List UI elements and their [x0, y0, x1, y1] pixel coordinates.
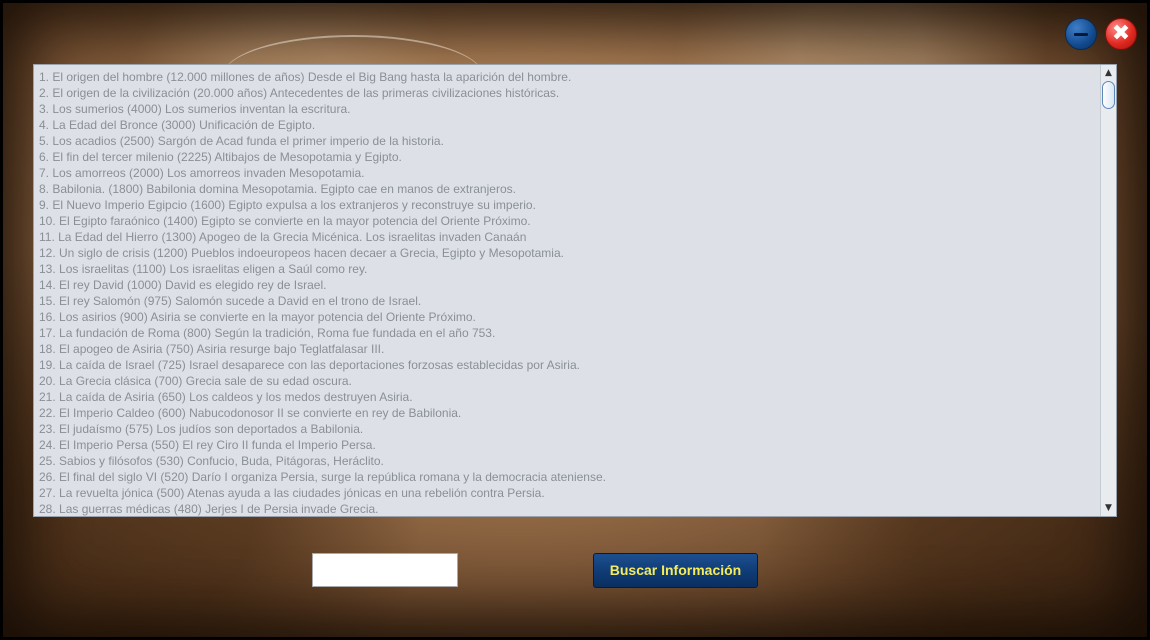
- list-item[interactable]: 24. El Imperio Persa (550) El rey Ciro I…: [39, 437, 1100, 453]
- list-item[interactable]: 17. La fundación de Roma (800) Según la …: [39, 325, 1100, 341]
- list-item[interactable]: 9. El Nuevo Imperio Egipcio (1600) Egipt…: [39, 197, 1100, 213]
- minimize-button[interactable]: [1065, 18, 1097, 50]
- list-item[interactable]: 10. El Egipto faraónico (1400) Egipto se…: [39, 213, 1100, 229]
- list-content: 1. El origen del hombre (12.000 millones…: [34, 69, 1100, 516]
- search-button[interactable]: Buscar Información: [593, 553, 758, 588]
- scrollbar-thumb[interactable]: [1102, 81, 1115, 109]
- list-item[interactable]: 3. Los sumerios (4000) Los sumerios inve…: [39, 101, 1100, 117]
- list-item[interactable]: 18. El apogeo de Asiria (750) Asiria res…: [39, 341, 1100, 357]
- list-item[interactable]: 20. La Grecia clásica (700) Grecia sale …: [39, 373, 1100, 389]
- list-item[interactable]: 11. La Edad del Hierro (1300) Apogeo de …: [39, 229, 1100, 245]
- list-item[interactable]: 7. Los amorreos (2000) Los amorreos inva…: [39, 165, 1100, 181]
- list-item[interactable]: 14. El rey David (1000) David es elegido…: [39, 277, 1100, 293]
- list-item[interactable]: 28. Las guerras médicas (480) Jerjes I d…: [39, 501, 1100, 516]
- minimize-icon: [1074, 33, 1088, 36]
- list-item[interactable]: 2. El origen de la civilización (20.000 …: [39, 85, 1100, 101]
- list-item[interactable]: 5. Los acadios (2500) Sargón de Acad fun…: [39, 133, 1100, 149]
- list-item[interactable]: 4. La Edad del Bronce (3000) Unificación…: [39, 117, 1100, 133]
- close-button[interactable]: ✖: [1105, 18, 1137, 50]
- list-item[interactable]: 1. El origen del hombre (12.000 millones…: [39, 69, 1100, 85]
- close-icon: ✖: [1111, 21, 1131, 46]
- list-item[interactable]: 12. Un siglo de crisis (1200) Pueblos in…: [39, 245, 1100, 261]
- list-item[interactable]: 6. El fin del tercer milenio (2225) Alti…: [39, 149, 1100, 165]
- list-item[interactable]: 26. El final del siglo VI (520) Darío I …: [39, 469, 1100, 485]
- scroll-up-arrow-icon[interactable]: ▲: [1101, 66, 1116, 80]
- list-item[interactable]: 8. Babilonia. (1800) Babilonia domina Me…: [39, 181, 1100, 197]
- list-item[interactable]: 23. El judaísmo (575) Los judíos son dep…: [39, 421, 1100, 437]
- scroll-down-arrow-icon[interactable]: ▼: [1101, 501, 1116, 515]
- search-input[interactable]: [312, 553, 458, 587]
- list-item[interactable]: 13. Los israelitas (1100) Los israelitas…: [39, 261, 1100, 277]
- list-item[interactable]: 16. Los asirios (900) Asiria se conviert…: [39, 309, 1100, 325]
- list-item[interactable]: 15. El rey Salomón (975) Salomón sucede …: [39, 293, 1100, 309]
- history-list[interactable]: 1. El origen del hombre (12.000 millones…: [33, 64, 1117, 517]
- list-item[interactable]: 19. La caída de Israel (725) Israel desa…: [39, 357, 1100, 373]
- list-item[interactable]: 25. Sabios y filósofos (530) Confucio, B…: [39, 453, 1100, 469]
- list-item[interactable]: 22. El Imperio Caldeo (600) Nabucodonoso…: [39, 405, 1100, 421]
- list-item[interactable]: 21. La caída de Asiria (650) Los caldeos…: [39, 389, 1100, 405]
- list-item[interactable]: 27. La revuelta jónica (500) Atenas ayud…: [39, 485, 1100, 501]
- vertical-scrollbar[interactable]: ▲ ▼: [1100, 65, 1116, 516]
